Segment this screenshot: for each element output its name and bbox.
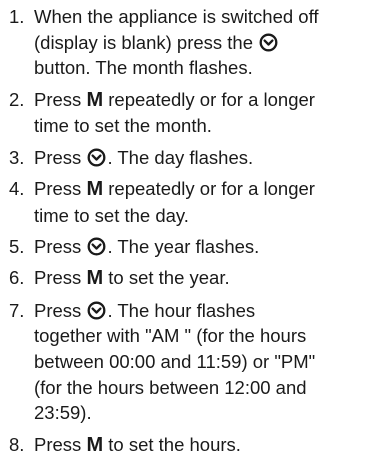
- step-line: 23:59).: [34, 400, 375, 426]
- step-text: repeatedly or for a longer: [108, 88, 315, 110]
- step-text: to set the year.: [103, 267, 230, 289]
- timer-button-icon: [87, 301, 106, 320]
- step-text: Press: [34, 236, 82, 257]
- instruction-steps-list: 1. When the appliance is switched off (d…: [9, 4, 375, 464]
- step-text: . The day flashes.: [107, 146, 254, 168]
- step-number: 7.: [9, 299, 25, 321]
- step-text: (display is blank) press the: [34, 31, 254, 53]
- step-line: Press M to set the year.: [34, 265, 375, 292]
- m-key-label: M: [86, 433, 104, 456]
- step-line: button. The month flashes.: [34, 55, 375, 81]
- step-item-7: 7. Press . The hour flashes together wit…: [9, 298, 375, 427]
- m-key-label: M: [86, 178, 104, 200]
- step-text: Press: [34, 146, 82, 168]
- step-number: 1.: [9, 6, 25, 27]
- step-line: (for the hours between 12:00 and: [34, 375, 375, 401]
- step-text: Press: [34, 433, 82, 455]
- timer-button-icon: [87, 237, 106, 256]
- step-number: 5.: [9, 236, 25, 257]
- step-number: 3.: [9, 146, 25, 168]
- step-line: Press M to set the hours.: [34, 432, 375, 459]
- step-text: repeatedly or for a longer: [108, 178, 315, 199]
- m-key-label: M: [86, 88, 104, 111]
- step-number: 2.: [9, 88, 25, 110]
- step-line: time to set the month.: [34, 113, 375, 139]
- step-text: to set the hours.: [103, 433, 241, 455]
- step-number: 8.: [9, 433, 25, 455]
- step-text: Press: [34, 178, 82, 199]
- step-text: together with "AM " (for the hours: [34, 325, 307, 347]
- timer-button-icon: [87, 148, 106, 167]
- step-item-5: 5. Press . The year flashes.: [9, 234, 375, 260]
- step-line: between 00:00 and 11:59) or "PM": [34, 349, 375, 375]
- step-line: When the appliance is switched off: [34, 4, 375, 30]
- step-line: Press . The hour flashes: [34, 298, 375, 324]
- step-text: time to set the month.: [34, 115, 212, 137]
- step-text: 23:59).: [34, 402, 92, 424]
- step-text: Press: [34, 267, 82, 289]
- step-line: (display is blank) press the: [34, 30, 375, 56]
- step-number: 4.: [9, 178, 25, 199]
- step-text: button. The month flashes.: [34, 57, 253, 79]
- step-item-4: 4. Press M repeatedly or for a longer ti…: [9, 176, 375, 228]
- step-text: . The year flashes.: [107, 236, 260, 257]
- step-item-3: 3. Press . The day flashes.: [9, 145, 375, 171]
- step-line: Press . The day flashes.: [34, 145, 375, 171]
- step-text: When the appliance is switched off: [34, 6, 319, 27]
- step-text: (for the hours between 12:00 and: [34, 376, 307, 398]
- step-item-6: 6. Press M to set the year.: [9, 265, 375, 292]
- step-line: time to set the day.: [34, 203, 375, 229]
- step-item-2: 2. Press M repeatedly or for a longer ti…: [9, 87, 375, 139]
- step-text: between 00:00 and 11:59) or "PM": [34, 351, 316, 372]
- step-text: . The hour flashes: [107, 299, 256, 321]
- step-text: Press: [34, 299, 82, 321]
- step-text: time to set the day.: [34, 204, 189, 226]
- m-key-label: M: [86, 267, 104, 290]
- step-item-1: 1. When the appliance is switched off (d…: [9, 4, 375, 81]
- step-line: together with "AM " (for the hours: [34, 323, 375, 349]
- step-item-8: 8. Press M to set the hours.: [9, 432, 375, 459]
- step-line: Press M repeatedly or for a longer: [34, 176, 375, 203]
- step-line: Press M repeatedly or for a longer: [34, 87, 375, 114]
- step-number: 6.: [9, 267, 25, 289]
- step-text: Press: [34, 88, 82, 110]
- step-line: Press . The year flashes.: [34, 234, 375, 260]
- timer-button-icon: [259, 33, 278, 52]
